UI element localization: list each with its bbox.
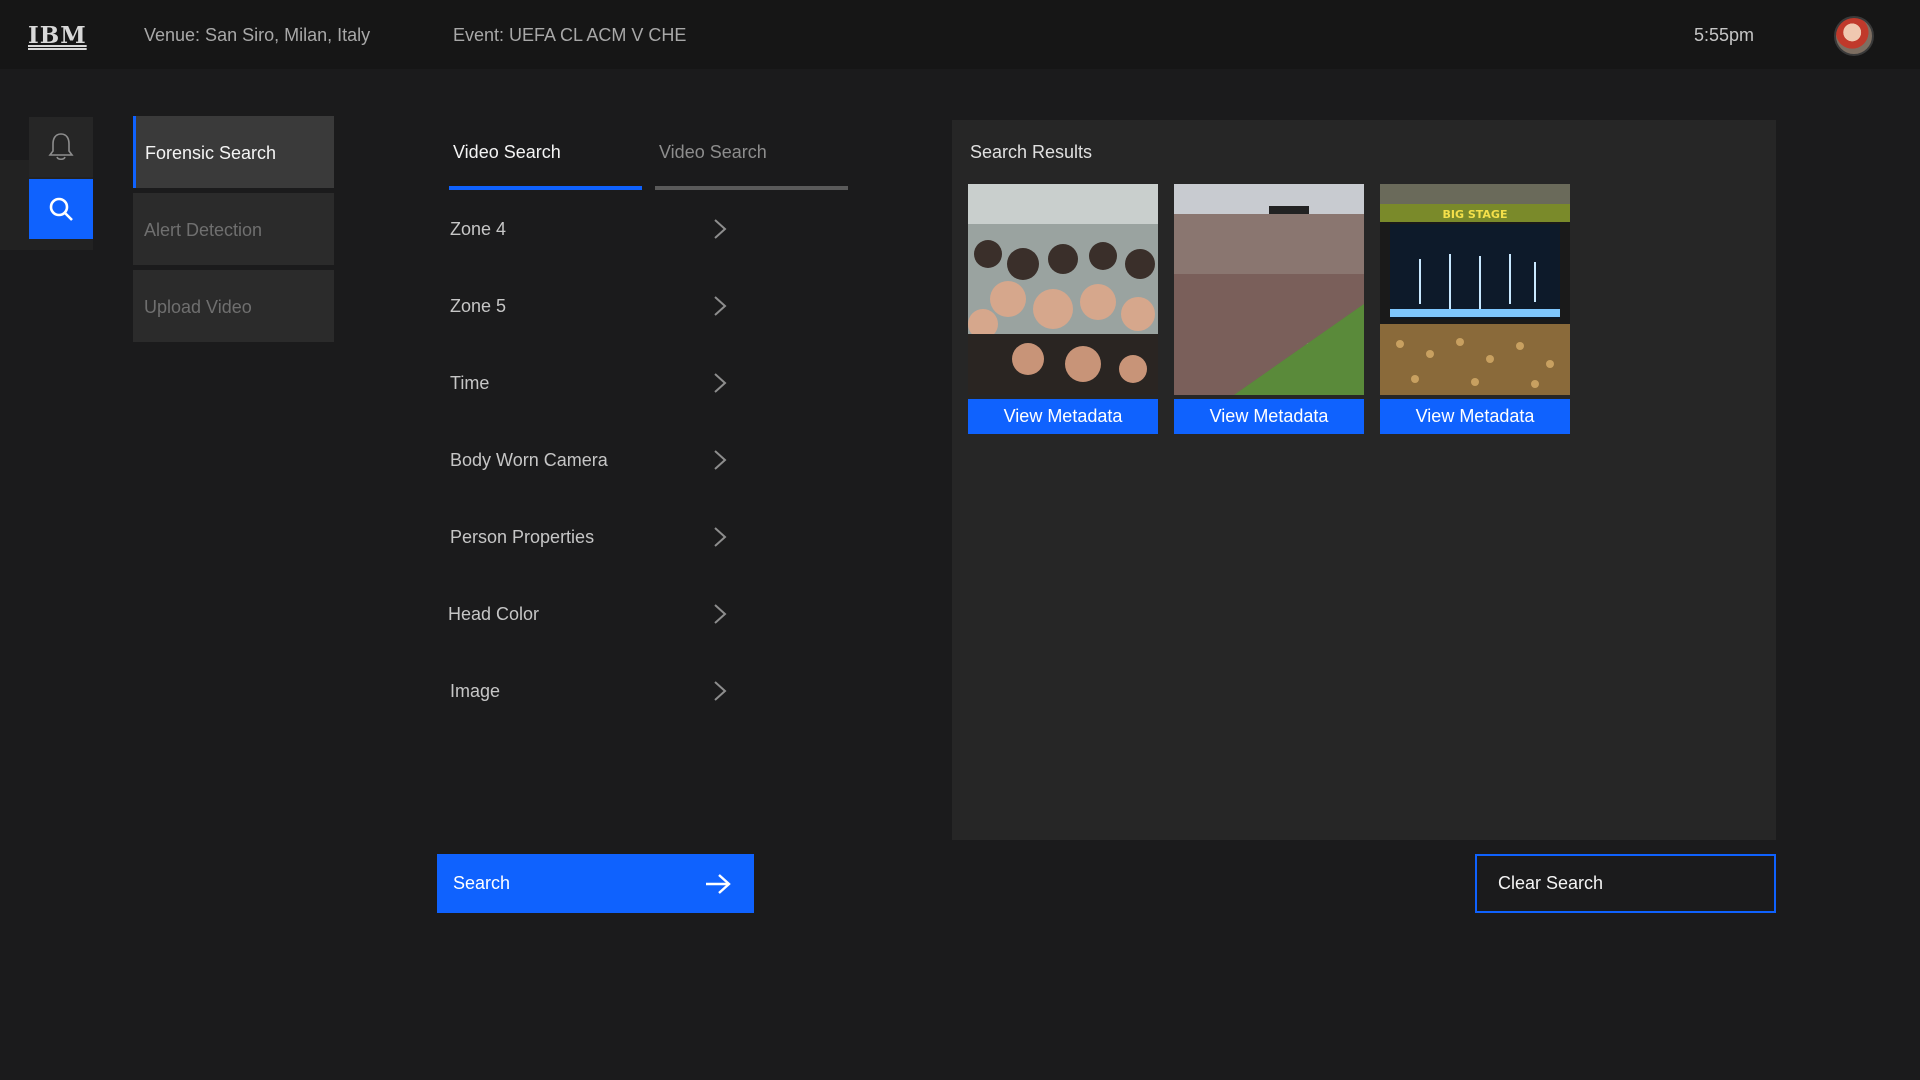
search-button[interactable]: Search: [437, 854, 754, 913]
arrow-right-icon: [706, 873, 731, 894]
filter-label: Head Color: [448, 603, 540, 624]
view-metadata-button[interactable]: View Metadata: [1174, 399, 1364, 434]
results-title: Search Results: [970, 142, 1093, 162]
search-button-label: Search: [453, 873, 511, 893]
filter-label: Zone 5: [450, 295, 507, 316]
menu-upload-video[interactable]: Upload Video: [133, 270, 334, 342]
chevron-right-icon: [710, 681, 730, 701]
chevron-right-icon: [710, 296, 730, 316]
chevron-right-icon: [710, 373, 730, 393]
chevron-right-icon: [710, 450, 730, 470]
filter-label: Zone 4: [450, 218, 507, 239]
result-thumbnail-crowd[interactable]: [968, 184, 1158, 395]
filter-label: Body Worn Camera: [450, 449, 608, 470]
filter-label: Person Properties: [450, 526, 595, 547]
ibm-logo: IBM: [28, 22, 87, 49]
filter-zone-5[interactable]: Zone 5: [450, 286, 730, 326]
result-card: View Metadata: [1174, 184, 1364, 434]
chevron-right-icon: [710, 527, 730, 547]
user-avatar[interactable]: [1834, 16, 1874, 56]
clear-search-button[interactable]: Clear Search: [1475, 854, 1776, 913]
result-thumbnail-stadium[interactable]: [1174, 184, 1364, 395]
clock-time: 5:55pm: [1694, 25, 1755, 45]
stage-banner-text: BIG STAGE: [1443, 208, 1508, 221]
top-bar: IBM Venue: San Siro, Milan, Italy Event:…: [0, 0, 1920, 69]
tab-video-search[interactable]: Video Search: [449, 142, 642, 190]
search-results-panel: Search Results View Metadata View Metada…: [952, 120, 1776, 840]
menu-forensic-search[interactable]: Forensic Search: [133, 116, 334, 188]
result-card: BIG STAGE View Metadata: [1380, 184, 1570, 434]
event-label: Event: UEFA CL ACM V CHE: [453, 25, 687, 45]
menu-alert-detection[interactable]: Alert Detection: [133, 193, 334, 265]
venue-label: Venue: San Siro, Milan, Italy: [144, 25, 371, 45]
result-card: View Metadata: [968, 184, 1158, 434]
search-icon: [49, 197, 73, 221]
view-metadata-button[interactable]: View Metadata: [968, 399, 1158, 434]
filter-time[interactable]: Time: [450, 363, 730, 403]
view-metadata-button[interactable]: View Metadata: [1380, 399, 1570, 434]
filter-label: Image: [450, 680, 501, 701]
filter-image[interactable]: Image: [450, 671, 730, 711]
filter-body-worn-camera[interactable]: Body Worn Camera: [450, 440, 730, 480]
notifications-button[interactable]: [29, 117, 93, 177]
tab-video-search-secondary[interactable]: Video Search: [655, 142, 848, 190]
filter-person-properties[interactable]: Person Properties: [450, 517, 730, 557]
chevron-right-icon: [710, 604, 730, 624]
filter-zone-4[interactable]: Zone 4: [450, 209, 730, 249]
filter-label: Time: [450, 372, 490, 393]
search-nav-button[interactable]: [29, 179, 93, 239]
bell-icon: [48, 133, 74, 161]
filter-head-color[interactable]: Head Color: [448, 594, 730, 634]
chevron-right-icon: [710, 219, 730, 239]
result-thumbnail-concert[interactable]: BIG STAGE: [1380, 184, 1570, 395]
